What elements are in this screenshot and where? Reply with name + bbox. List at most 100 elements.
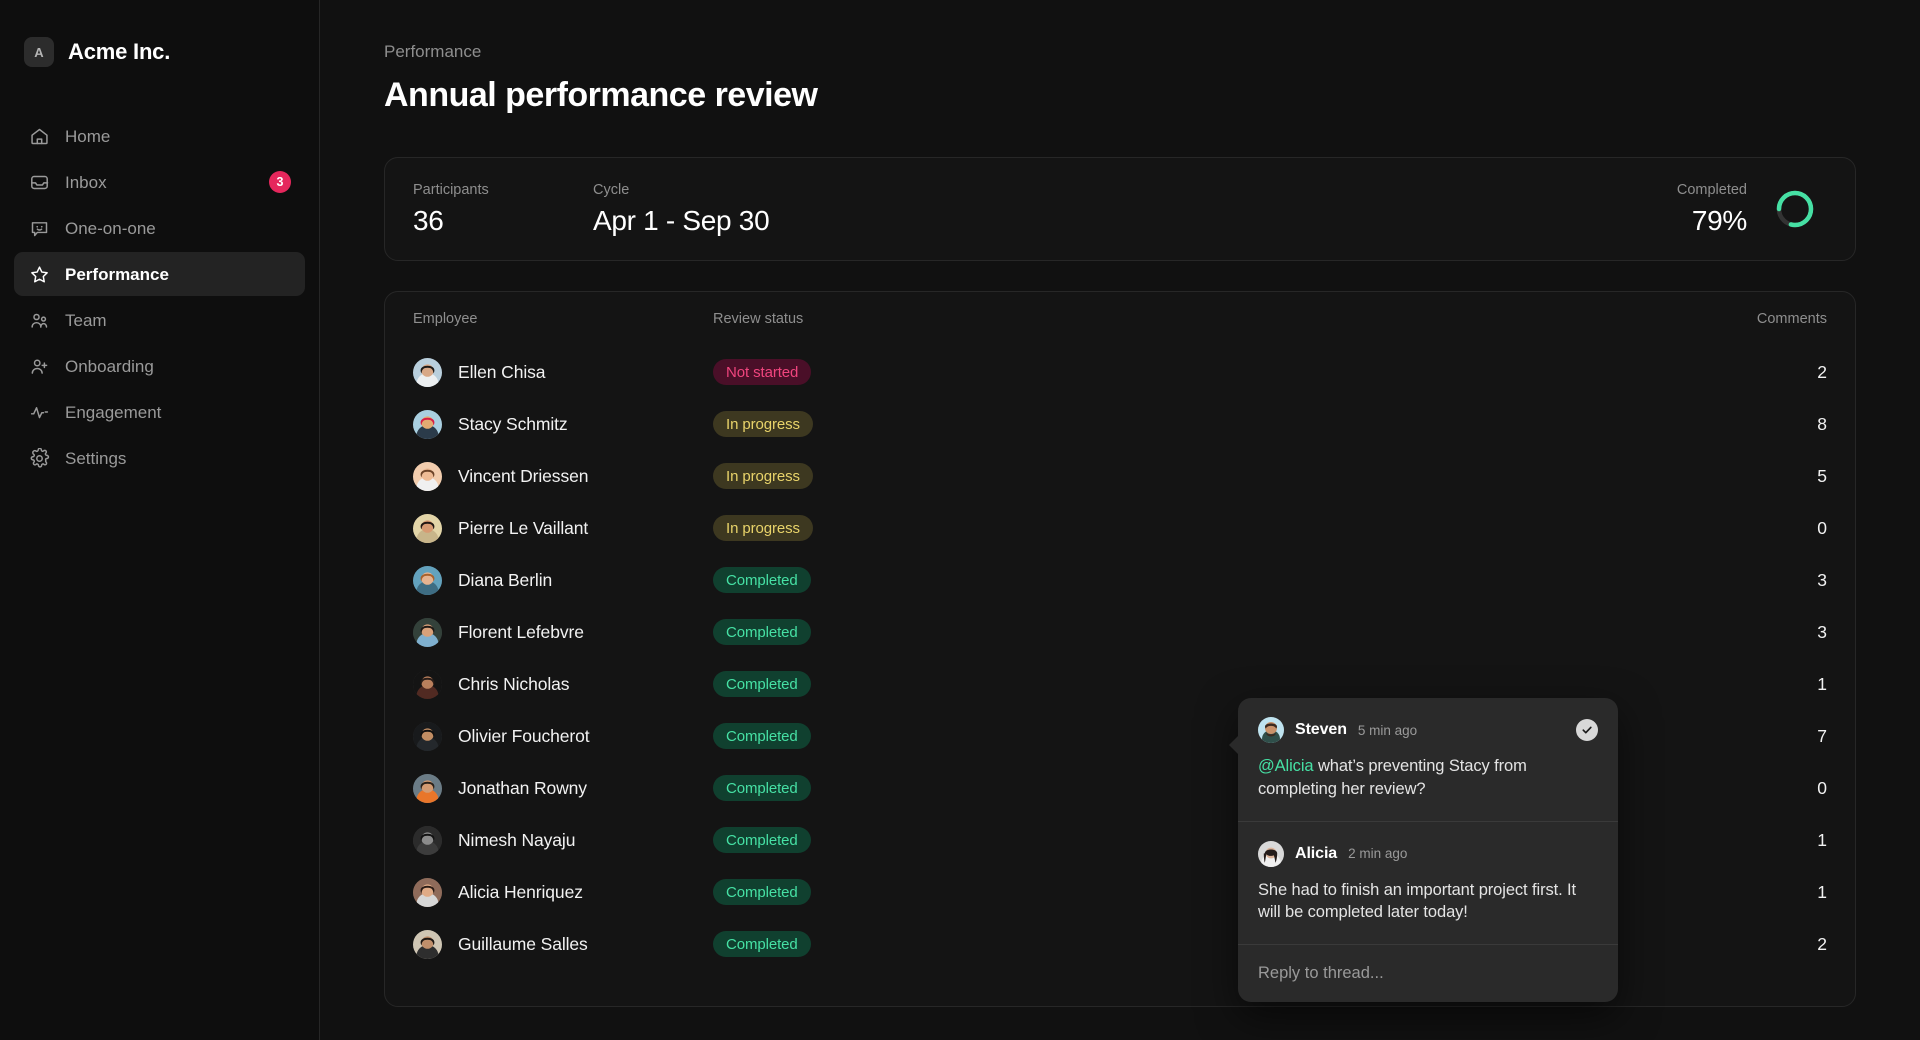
sidebar-item-label: One-on-one xyxy=(65,220,156,237)
table-row[interactable]: Pierre Le Vaillant In progress 0 xyxy=(413,502,1827,554)
avatar xyxy=(413,878,442,907)
sidebar-item-team[interactable]: Team xyxy=(14,298,305,342)
comment-count[interactable]: 2 xyxy=(1697,934,1827,955)
comment-author: Steven xyxy=(1295,721,1347,739)
stat-cycle: Cycle Apr 1 - Sep 30 xyxy=(593,182,893,237)
employee-name: Ellen Chisa xyxy=(458,362,545,383)
comment-count[interactable]: 7 xyxy=(1697,726,1827,747)
comment-count[interactable]: 3 xyxy=(1697,570,1827,591)
app-root: A Acme Inc. Home xyxy=(0,0,1920,1040)
brand-logo-mark: A xyxy=(24,37,54,67)
main-content: Performance Annual performance review Pa… xyxy=(320,0,1920,1040)
table-row[interactable]: Diana BerlinCompleted 3 xyxy=(413,554,1827,606)
status-badge[interactable]: In progress xyxy=(713,463,813,489)
table-row[interactable]: Vincent DriessenIn progress5 xyxy=(413,450,1827,502)
employee-cell: Chris Nicholas xyxy=(413,670,713,699)
status-cell: Completed xyxy=(713,671,1697,697)
sidebar-item-label: Performance xyxy=(65,266,169,283)
sidebar-nav: Home Inbox 3 xyxy=(14,114,305,480)
reply-input[interactable]: Reply to thread... xyxy=(1238,945,1618,1002)
status-badge[interactable]: In progress xyxy=(713,411,813,437)
inbox-unread-badge: 3 xyxy=(269,171,291,193)
employee-name: Guillaume Salles xyxy=(458,934,588,955)
employee-cell: Alicia Henriquez xyxy=(413,878,713,907)
employee-cell: Stacy Schmitz xyxy=(413,410,713,439)
gear-icon xyxy=(28,447,50,469)
brand[interactable]: A Acme Inc. xyxy=(14,22,305,76)
mention-token[interactable]: @Alicia xyxy=(1258,757,1313,775)
sidebar-item-home[interactable]: Home xyxy=(14,114,305,158)
employee-name: Pierre Le Vaillant xyxy=(458,518,588,539)
comment-count[interactable]: 1 xyxy=(1697,674,1827,695)
pulse-icon xyxy=(28,401,50,423)
avatar xyxy=(413,514,442,543)
stat-value: 36 xyxy=(413,205,593,237)
popover-pointer xyxy=(1229,735,1239,755)
avatar xyxy=(413,410,442,439)
status-badge[interactable]: In progress xyxy=(713,515,813,541)
column-header-comments: Comments xyxy=(1697,311,1827,327)
sidebar: A Acme Inc. Home xyxy=(0,0,320,1040)
resolve-thread-button[interactable] xyxy=(1576,719,1598,741)
status-badge[interactable]: Completed xyxy=(713,619,811,645)
stat-completed-group: Completed 79% xyxy=(1677,182,1817,237)
comment-timestamp: 2 min ago xyxy=(1348,846,1407,861)
sidebar-item-engagement[interactable]: Engagement xyxy=(14,390,305,434)
employee-cell: Pierre Le Vaillant xyxy=(413,514,713,543)
comment-thread-popover: Steven 5 min ago @Alicia what’s preventi… xyxy=(1238,698,1618,1002)
sidebar-item-onboarding[interactable]: Onboarding xyxy=(14,344,305,388)
status-badge[interactable]: Completed xyxy=(713,879,811,905)
status-badge[interactable]: Completed xyxy=(713,567,811,593)
breadcrumb: Performance xyxy=(384,42,1856,62)
status-badge[interactable]: Completed xyxy=(713,671,811,697)
stat-participants: Participants 36 xyxy=(413,182,593,237)
comment-header: Steven 5 min ago xyxy=(1258,717,1598,743)
table-row[interactable]: Ellen Chisa Not started 2 xyxy=(413,346,1827,398)
stat-label: Completed xyxy=(1677,182,1747,198)
column-header-status: Review status xyxy=(713,311,1697,327)
comment-count[interactable]: 5 xyxy=(1697,466,1827,487)
avatar xyxy=(413,670,442,699)
sidebar-item-one-on-one[interactable]: One-on-one xyxy=(14,206,305,250)
status-badge[interactable]: Completed xyxy=(713,775,811,801)
employee-cell: Diana Berlin xyxy=(413,566,713,595)
sidebar-item-label: Team xyxy=(65,312,107,329)
sidebar-item-performance[interactable]: Performance xyxy=(14,252,305,296)
completion-ring xyxy=(1773,187,1817,231)
sidebar-item-inbox[interactable]: Inbox 3 xyxy=(14,160,305,204)
avatar xyxy=(413,826,442,855)
avatar xyxy=(413,618,442,647)
status-badge[interactable]: Completed xyxy=(713,827,811,853)
comment-body: She had to finish an important project f… xyxy=(1258,879,1598,925)
table-header-row: Employee Review status Comments xyxy=(413,292,1827,346)
status-badge[interactable]: Completed xyxy=(713,931,811,957)
comment-count[interactable]: 1 xyxy=(1697,830,1827,851)
status-badge[interactable]: Completed xyxy=(713,723,811,749)
comment-count[interactable]: 1 xyxy=(1697,882,1827,903)
comment-count[interactable]: 0 xyxy=(1697,518,1827,539)
table-row[interactable]: Stacy SchmitzIn progress 8 xyxy=(413,398,1827,450)
comment-count[interactable]: 3 xyxy=(1697,622,1827,643)
comment-count[interactable]: 0 xyxy=(1697,778,1827,799)
status-cell: In progress xyxy=(713,463,1697,489)
status-cell: In progress xyxy=(713,515,1697,541)
comment-count[interactable]: 8 xyxy=(1697,414,1827,435)
avatar xyxy=(413,462,442,491)
sidebar-item-label: Settings xyxy=(65,450,126,467)
employee-cell: Nimesh Nayaju xyxy=(413,826,713,855)
status-badge[interactable]: Not started xyxy=(713,359,811,385)
employee-name: Nimesh Nayaju xyxy=(458,830,575,851)
stat-label: Cycle xyxy=(593,182,893,198)
comment-count[interactable]: 2 xyxy=(1697,362,1827,383)
review-table-card: Employee Review status Comments Ellen Ch… xyxy=(384,291,1856,1007)
star-icon xyxy=(28,263,50,285)
sidebar-item-settings[interactable]: Settings xyxy=(14,436,305,480)
status-cell: Completed xyxy=(713,619,1697,645)
users-icon xyxy=(28,309,50,331)
column-header-employee: Employee xyxy=(413,311,713,327)
table-row[interactable]: Florent LefebvreCompleted3 xyxy=(413,606,1827,658)
check-icon xyxy=(1581,724,1593,736)
status-cell: In progress xyxy=(713,411,1697,437)
inbox-icon xyxy=(28,171,50,193)
status-cell: Not started xyxy=(713,359,1697,385)
